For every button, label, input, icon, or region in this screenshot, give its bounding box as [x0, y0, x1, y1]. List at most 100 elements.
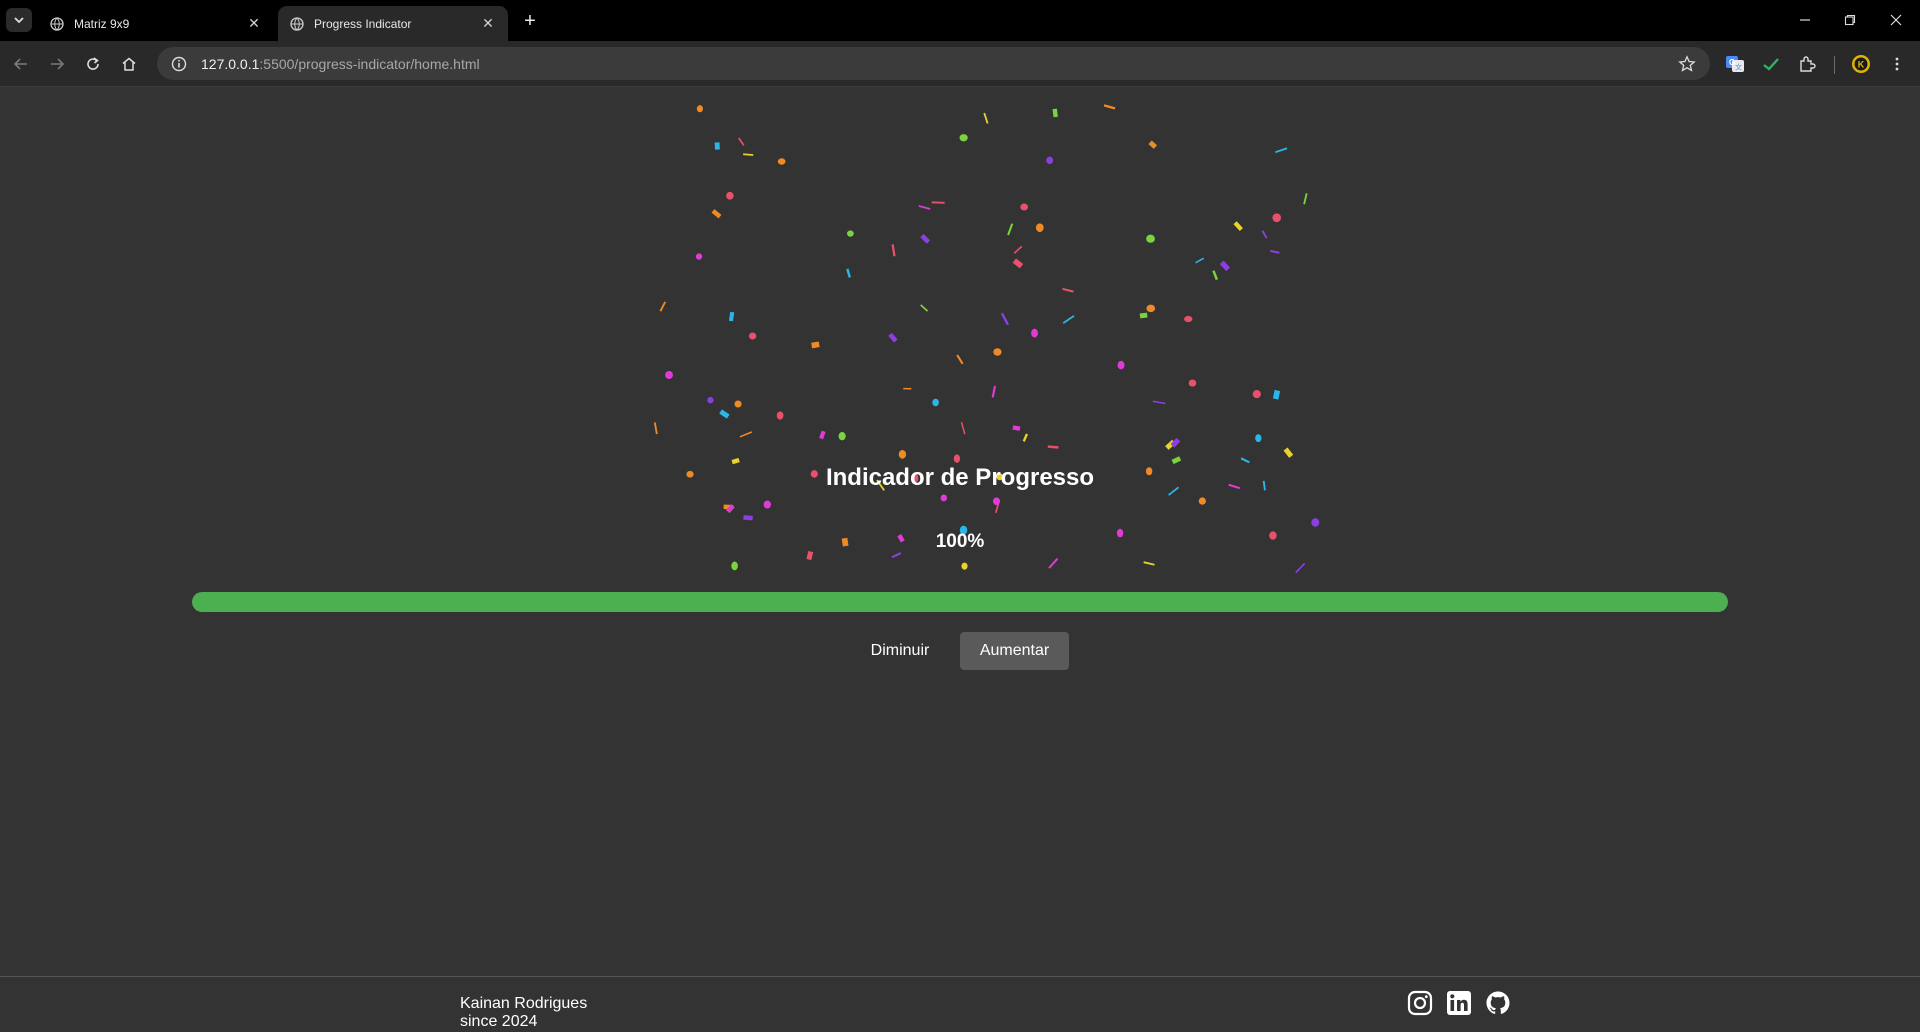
confetti-piece: [940, 494, 948, 502]
confetti-piece: [776, 411, 784, 420]
confetti-piece: [707, 396, 714, 404]
tab-matriz[interactable]: Matriz 9x9 ✕: [38, 6, 274, 41]
confetti-piece: [898, 450, 907, 459]
close-icon[interactable]: ✕: [246, 15, 262, 32]
confetti-piece: [696, 105, 704, 113]
confetti-piece: [1148, 140, 1158, 149]
confetti-piece: [1212, 270, 1219, 281]
footer: Kainan Rodrigues since 2024: [0, 976, 1920, 1032]
confetti-piece: [846, 230, 854, 237]
confetti-piece: [748, 332, 757, 340]
tab-strip: Matriz 9x9 ✕ Progress Indicator ✕ +: [0, 0, 1920, 41]
decrease-button[interactable]: Diminuir: [852, 632, 948, 670]
confetti-piece: [993, 348, 1002, 356]
confetti-piece: [1048, 558, 1059, 569]
confetti-piece: [959, 134, 968, 142]
close-window-button[interactable]: [1883, 8, 1909, 32]
confetti-piece: [653, 422, 658, 435]
confetti-piece: [960, 421, 966, 435]
confetti-piece: [961, 562, 968, 570]
browser-toolbar: 127.0.0.1:5500/progress-indicator/home.h…: [0, 41, 1920, 87]
increase-button[interactable]: Aumentar: [960, 632, 1069, 670]
confetti-piece: [1295, 562, 1306, 574]
close-icon: [1890, 14, 1902, 26]
confetti-piece: [1143, 561, 1155, 566]
confetti-piece: [1255, 434, 1262, 443]
confetti-piece: [743, 515, 753, 521]
confetti-piece: [1062, 315, 1075, 324]
new-tab-button[interactable]: +: [518, 9, 542, 33]
menu-button[interactable]: [1886, 53, 1908, 75]
confetti-piece: [931, 201, 945, 204]
confetti-piece: [991, 385, 997, 398]
confetti-piece: [1031, 328, 1038, 338]
confetti-piece: [665, 370, 673, 380]
address-bar[interactable]: 127.0.0.1:5500/progress-indicator/home.h…: [157, 47, 1710, 80]
toolbar-separator: [1834, 56, 1835, 74]
confetti-piece: [1146, 304, 1156, 313]
confetti-piece: [731, 561, 738, 571]
forward-button[interactable]: [44, 51, 70, 77]
reload-button[interactable]: [80, 51, 106, 77]
confetti-piece: [1219, 260, 1231, 272]
confetti-piece: [811, 341, 820, 349]
puzzle-icon: [1800, 56, 1816, 72]
tab-title: Progress Indicator: [314, 16, 412, 31]
confetti-layer: [653, 104, 1320, 574]
confetti-piece: [1117, 360, 1125, 370]
confetti-piece: [739, 431, 753, 438]
confetti-piece: [734, 400, 742, 408]
confetti-piece: [1007, 223, 1014, 236]
confetti-piece: [983, 112, 989, 124]
restore-icon: [1844, 14, 1856, 26]
arrow-right-icon: [51, 58, 65, 70]
check-extension[interactable]: [1760, 53, 1782, 75]
confetti-piece: [1000, 312, 1010, 326]
minimize-button[interactable]: [1792, 8, 1818, 32]
confetti-piece: [1198, 497, 1206, 505]
confetti-piece: [1311, 518, 1320, 527]
profile-button[interactable]: K: [1850, 53, 1872, 75]
confetti-piece: [777, 158, 786, 165]
translate-extension[interactable]: G文: [1724, 53, 1746, 75]
linkedin-icon[interactable]: [1446, 990, 1472, 1016]
instagram-icon[interactable]: [1407, 990, 1433, 1016]
info-icon: [171, 56, 187, 71]
confetti-piece: [1146, 234, 1155, 243]
star-icon[interactable]: [1678, 55, 1696, 73]
confetti-piece: [846, 268, 851, 278]
footer-credits: Kainan Rodrigues since 2024: [460, 995, 587, 1031]
confetti-piece: [1261, 230, 1268, 239]
tab-search-button[interactable]: [6, 8, 32, 32]
confetti-piece: [695, 253, 703, 260]
confetti-piece: [1012, 425, 1021, 431]
back-button[interactable]: [8, 51, 34, 77]
arrow-left-icon: [13, 58, 27, 70]
close-icon[interactable]: ✕: [480, 15, 496, 32]
more-vertical-icon: [1895, 57, 1899, 71]
confetti-piece: [1240, 457, 1250, 464]
confetti-piece: [932, 398, 939, 407]
confetti-piece: [1270, 249, 1280, 254]
home-button[interactable]: [116, 51, 142, 77]
confetti-piece: [1272, 389, 1281, 400]
confetti-piece: [903, 387, 912, 390]
confetti-piece: [711, 209, 722, 219]
confetti-piece: [1272, 213, 1282, 223]
restore-button[interactable]: [1837, 8, 1863, 32]
confetti-piece: [1062, 287, 1074, 293]
confetti-piece: [920, 233, 931, 244]
confetti-piece: [1252, 390, 1261, 399]
confetti-piece: [728, 311, 735, 322]
extensions-button[interactable]: [1796, 53, 1818, 75]
confetti-piece: [1275, 147, 1288, 154]
confetti-piece: [1103, 104, 1116, 110]
confetti-piece: [1012, 258, 1024, 269]
confetti-piece: [920, 304, 929, 312]
github-icon[interactable]: [1485, 990, 1511, 1016]
confetti-piece: [719, 409, 730, 419]
confetti-piece: [1283, 447, 1294, 458]
confetti-piece: [714, 142, 720, 150]
confetti-piece: [1035, 223, 1044, 233]
tab-progress-indicator[interactable]: Progress Indicator ✕: [278, 6, 508, 41]
